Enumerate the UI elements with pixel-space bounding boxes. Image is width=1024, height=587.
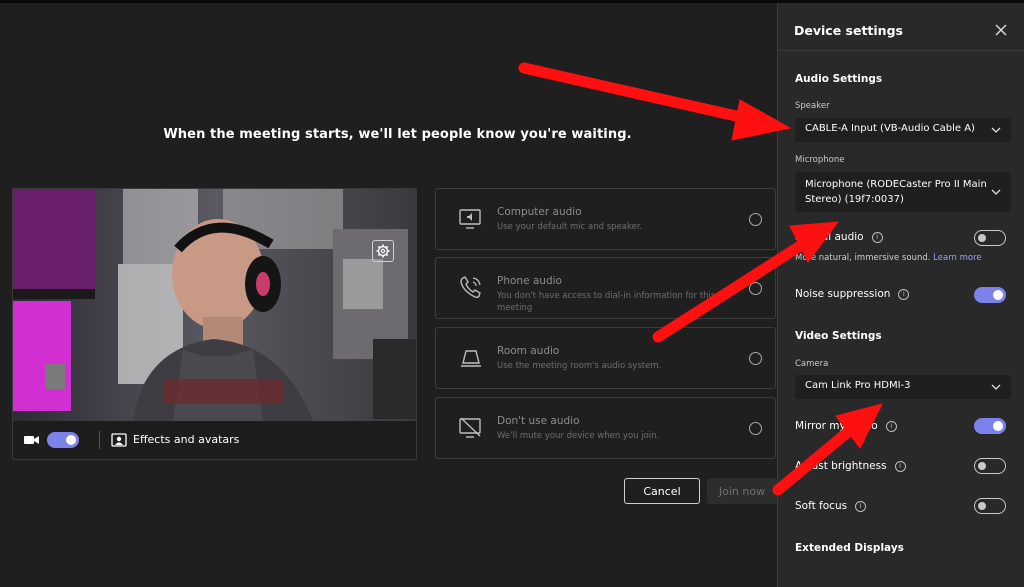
device-settings-panel: Device settings Audio Settings Speaker C… — [777, 3, 1024, 587]
video-settings-heading: Video Settings — [795, 330, 882, 342]
camera-value: Cam Link Pro HDMI-3 — [805, 380, 911, 391]
info-icon[interactable]: i — [871, 231, 883, 243]
info-icon[interactable]: i — [894, 460, 906, 472]
chevron-down-icon — [991, 189, 1001, 195]
chevron-down-icon — [991, 127, 1001, 133]
audio-option-radio[interactable] — [749, 352, 762, 365]
microphone-select[interactable]: Microphone (RODECaster Pro II Main Stere… — [795, 172, 1011, 212]
camera-select[interactable]: Cam Link Pro HDMI-3 — [795, 375, 1011, 399]
device-settings-button[interactable] — [372, 240, 394, 262]
audio-option-description: We'll mute your device when you join. — [497, 431, 660, 441]
audio-option-title: Phone audio — [497, 275, 562, 287]
mirror-video-label: Mirror my video i — [795, 420, 897, 432]
learn-more-link[interactable]: Learn more — [933, 253, 981, 263]
adjust-brightness-toggle[interactable] — [974, 458, 1006, 474]
spatial-audio-description: More natural, immersive sound. Learn mor… — [795, 253, 982, 263]
camera-label: Camera — [795, 359, 829, 369]
waiting-message: When the meeting starts, we'll let peopl… — [163, 127, 632, 142]
info-icon[interactable]: i — [855, 500, 867, 512]
mirror-video-toggle[interactable] — [974, 418, 1006, 434]
gear-icon — [376, 244, 390, 258]
audio-option-room[interactable]: Room audio Use the meeting room's audio … — [435, 327, 776, 389]
panel-title: Device settings — [794, 23, 903, 38]
audio-option-radio[interactable] — [749, 282, 762, 295]
microphone-label: Microphone — [795, 155, 845, 165]
computer-audio-icon — [459, 209, 481, 229]
audio-option-none[interactable]: Don't use audio We'll mute your device w… — [435, 397, 776, 459]
audio-option-title: Don't use audio — [497, 415, 580, 427]
info-icon[interactable]: i — [898, 288, 910, 300]
camera-icon — [24, 436, 39, 444]
effects-label[interactable]: Effects and avatars — [133, 433, 239, 446]
video-feed-image — [13, 189, 416, 421]
camera-toggle[interactable] — [47, 432, 79, 448]
speaker-label: Speaker — [795, 101, 830, 111]
video-feed — [13, 189, 416, 421]
preview-toolbar: Effects and avatars — [13, 421, 416, 459]
adjust-brightness-label: Adjust brightness i — [795, 460, 906, 472]
spatial-audio-toggle[interactable] — [974, 230, 1006, 246]
audio-option-radio[interactable] — [749, 213, 762, 226]
toolbar-divider — [99, 431, 100, 449]
audio-option-phone[interactable]: Phone audio You don't have access to dia… — [435, 257, 776, 319]
join-now-button[interactable]: Join now — [707, 478, 777, 504]
cancel-button[interactable]: Cancel — [624, 478, 700, 504]
audio-option-description: You don't have access to dial-in informa… — [497, 291, 716, 313]
noise-suppression-text: Noise suppression — [795, 288, 891, 300]
extended-displays-heading: Extended Displays — [795, 542, 904, 554]
soft-focus-text: Soft focus — [795, 500, 848, 512]
camera-preview: Effects and avatars — [12, 188, 417, 460]
spatial-audio-label: Spatial audio i — [795, 231, 883, 243]
audio-option-title: Room audio — [497, 345, 560, 357]
speaker-value: CABLE-A Input (VB-Audio Cable A) — [805, 123, 975, 134]
adjust-brightness-text: Adjust brightness — [795, 460, 887, 472]
speaker-select[interactable]: CABLE-A Input (VB-Audio Cable A) — [795, 118, 1011, 142]
phone-icon — [460, 276, 481, 299]
close-icon[interactable] — [994, 23, 1008, 37]
noise-suppression-label: Noise suppression i — [795, 288, 910, 300]
mirror-video-text: Mirror my video — [795, 420, 878, 432]
microphone-value: Microphone (RODECaster Pro II Main Stere… — [805, 179, 987, 205]
spatial-audio-text: Spatial audio — [795, 231, 864, 243]
audio-option-description: Use your default mic and speaker. — [497, 222, 643, 232]
room-audio-icon — [461, 350, 481, 367]
spatial-audio-desc-text: More natural, immersive sound. — [795, 253, 931, 263]
chevron-down-icon — [991, 384, 1001, 390]
effects-icon[interactable] — [111, 432, 127, 448]
audio-settings-heading: Audio Settings — [795, 73, 883, 85]
soft-focus-toggle[interactable] — [974, 498, 1006, 514]
info-icon[interactable]: i — [885, 420, 897, 432]
audio-option-computer[interactable]: Computer audio Use your default mic and … — [435, 188, 776, 250]
soft-focus-label: Soft focus i — [795, 500, 867, 512]
audio-option-radio[interactable] — [749, 422, 762, 435]
audio-option-description: Use the meeting room's audio system. — [497, 361, 662, 371]
noise-suppression-toggle[interactable] — [974, 287, 1006, 303]
no-audio-icon — [459, 417, 481, 438]
panel-divider — [778, 50, 1024, 51]
audio-option-title: Computer audio — [497, 206, 582, 218]
